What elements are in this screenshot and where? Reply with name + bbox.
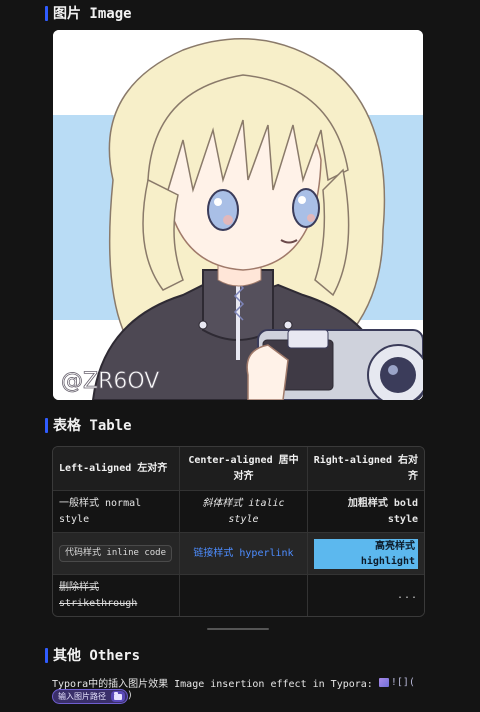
heading-table: 表格 Table bbox=[45, 415, 132, 435]
others-paragraph-text: Typora中的插入图片效果 Image insertion effect in… bbox=[52, 679, 373, 690]
table-header-cell[interactable]: Left-aligned 左对齐 bbox=[53, 447, 179, 490]
folder-icon bbox=[114, 691, 122, 700]
table-header-cell[interactable]: Center-aligned 居中对齐 bbox=[179, 447, 306, 490]
closing-paren: ) bbox=[127, 690, 134, 701]
folder-button[interactable] bbox=[111, 691, 125, 702]
table-row: 删除样式 strikethrough ... bbox=[53, 574, 424, 616]
heading-image-text: 图片 Image bbox=[53, 6, 132, 22]
heading-bar bbox=[45, 647, 48, 663]
image-path-input[interactable]: 输入图片路径 bbox=[52, 689, 128, 704]
table-cell[interactable]: ... bbox=[306, 575, 424, 616]
table-cell[interactable]: 一般样式 normal style bbox=[53, 491, 179, 532]
table-header-row: Left-aligned 左对齐 Center-aligned 居中对齐 Rig… bbox=[53, 447, 424, 490]
heading-others: 其他 Others bbox=[45, 645, 140, 665]
table-cell-empty[interactable] bbox=[179, 575, 306, 616]
signature-watermark: @ZR6OV bbox=[61, 369, 159, 394]
page: 图片 Image @ZR6OV 表格 Table Left-aligned 左对… bbox=[0, 0, 480, 712]
table-cell[interactable]: 高亮样式 highlight bbox=[306, 533, 424, 574]
anime-illustration: @ZR6OV bbox=[53, 30, 423, 400]
table-cell-italic[interactable]: 斜体样式 italic style bbox=[179, 491, 306, 532]
image-markdown-syntax: ![]( bbox=[390, 677, 415, 688]
heading-table-text: 表格 Table bbox=[53, 418, 132, 434]
heading-bar bbox=[45, 5, 48, 21]
table-cell-bold[interactable]: 加粗样式 bold style bbox=[306, 491, 424, 532]
table-cell[interactable]: 代码样式 inline code bbox=[53, 533, 179, 574]
image-icon bbox=[378, 678, 389, 687]
table-row: 代码样式 inline code 链接样式 hyperlink 高亮样式 hig… bbox=[53, 532, 424, 574]
inline-code: 代码样式 inline code bbox=[59, 545, 173, 562]
table-row: 一般样式 normal style 斜体样式 italic style 加粗样式… bbox=[53, 490, 424, 532]
image-path-placeholder: 输入图片路径 bbox=[58, 692, 106, 701]
others-paragraph: Typora中的插入图片效果 Image insertion effect in… bbox=[52, 675, 415, 690]
heading-others-text: 其他 Others bbox=[53, 648, 141, 664]
horizontal-rule bbox=[207, 628, 269, 630]
heading-bar bbox=[45, 417, 48, 433]
table-header-cell[interactable]: Right-aligned 右对齐 bbox=[306, 447, 424, 490]
markdown-table: Left-aligned 左对齐 Center-aligned 居中对齐 Rig… bbox=[52, 446, 425, 617]
strikethrough-text: 删除样式 strikethrough bbox=[59, 581, 138, 609]
heading-image: 图片 Image bbox=[45, 3, 132, 23]
hyperlink[interactable]: 链接样式 hyperlink bbox=[193, 546, 293, 562]
table-cell[interactable]: 删除样式 strikethrough bbox=[53, 575, 179, 616]
table-cell[interactable]: 链接样式 hyperlink bbox=[179, 533, 306, 574]
ellipsis-text: ... bbox=[396, 589, 418, 601]
highlight-text: 高亮样式 highlight bbox=[313, 538, 418, 569]
